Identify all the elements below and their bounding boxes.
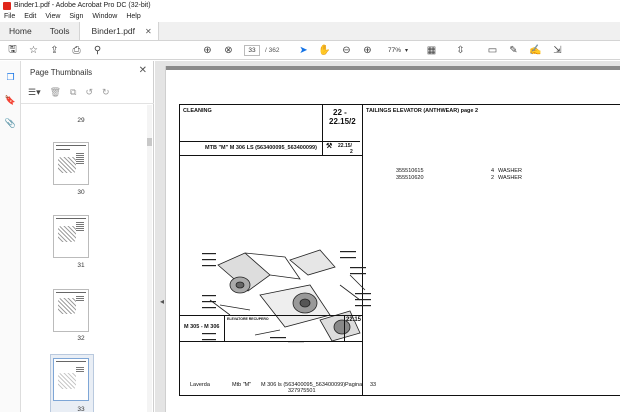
window-title: Binder1.pdf - Adobe Acrobat Pro DC (32-b… — [14, 2, 151, 9]
attachment-icon[interactable]: 📎 — [5, 118, 16, 129]
tab-document-label: Binder1.pdf — [91, 26, 136, 36]
zoom-value: 77% — [388, 47, 402, 54]
next-page-icon[interactable]: ⊗ — [222, 44, 235, 57]
menu-help[interactable]: Help — [126, 13, 140, 20]
search-icon[interactable]: ⚲ — [91, 44, 104, 57]
document-viewport[interactable]: ◂ CLEANING 22 - 22.15/2 22.15/ 2 ⚒ TAILI… — [155, 61, 620, 412]
bookmark-icon[interactable]: 🔖 — [5, 95, 16, 106]
parts-sheet-frame: CLEANING 22 - 22.15/2 22.15/ 2 ⚒ TAILING… — [179, 104, 620, 396]
page-view-icon[interactable]: ▦ — [425, 44, 438, 57]
assembly-title: TAILINGS ELEVATOR (ANTHWEAR) page 2 — [366, 108, 479, 114]
tab-document[interactable]: Binder1.pdf ✕ — [78, 22, 159, 40]
footer-part-number: 327975501 — [288, 388, 316, 394]
footer-page-number: 33 — [370, 382, 377, 388]
thumbnail-page[interactable] — [53, 142, 89, 185]
panel-toolbar: ☰▾ 🗑 ⧉ ↺ ↻ — [28, 86, 110, 98]
tab-bar: Home Tools Binder1.pdf ✕ — [0, 22, 620, 41]
collapse-panel-icon[interactable]: ◂ — [160, 297, 164, 306]
chevron-down-icon: ▾ — [405, 48, 409, 54]
thumbnail-label: 29 — [77, 117, 85, 124]
rotate-left-icon[interactable]: ↺ — [85, 87, 93, 98]
panel-title: Page Thumbnails — [30, 68, 93, 77]
navigation-rail: ❐ 🔖 📎 — [0, 61, 21, 412]
thumbnail-page-current[interactable] — [53, 358, 89, 401]
thumbnail-label: 32 — [77, 335, 85, 342]
comment-icon[interactable]: ▭ — [486, 44, 499, 57]
tab-home[interactable]: Home — [0, 22, 41, 40]
sign-icon[interactable]: ✍ — [529, 44, 542, 57]
thumbnails-panel: Page Thumbnails ✕ ☰▾ 🗑 ⧉ ↺ ↻ 29 30 31 32… — [21, 61, 154, 412]
caption-code: 22.15 — [346, 317, 362, 323]
menu-sign[interactable]: Sign — [69, 13, 83, 20]
menu-bar: File Edit View Sign Window Help — [0, 11, 620, 22]
save-icon[interactable]: 🖫 — [6, 44, 19, 57]
part-name: WASHER — [498, 175, 522, 181]
part-name: WASHER — [498, 168, 522, 174]
panel-divider — [21, 103, 154, 104]
close-tab-icon[interactable]: ✕ — [145, 27, 152, 36]
part-qty: 2 — [491, 175, 495, 181]
close-icon[interactable]: ✕ — [139, 65, 147, 76]
part-code: 355510620 — [396, 175, 424, 181]
footer-brand: Laverda — [190, 382, 210, 388]
delete-icon[interactable]: 🗑 — [50, 87, 61, 98]
hand-icon[interactable]: ✋ — [318, 44, 331, 57]
upload-icon[interactable]: ⇪ — [48, 44, 61, 57]
scroll-icon[interactable]: ⇳ — [454, 44, 467, 57]
pdf-page: CLEANING 22 - 22.15/2 22.15/ 2 ⚒ TAILING… — [165, 66, 620, 412]
thumbnail-label-current: 33 — [77, 406, 85, 412]
part-qty: 4 — [491, 168, 495, 174]
share-icon[interactable]: ⇲ — [551, 44, 564, 57]
prev-page-icon[interactable]: ⊕ — [201, 44, 214, 57]
screwdriver-icon: ⚒ — [326, 143, 333, 150]
title-bar: Binder1.pdf - Adobe Acrobat Pro DC (32-b… — [0, 0, 620, 11]
model-line: MTB "M" M 306 LS (563400095_563400099) — [205, 145, 317, 151]
cursor-icon[interactable]: ➤ — [297, 44, 310, 57]
section-ref-2: 2 — [350, 149, 353, 155]
pen-icon[interactable]: ✎ — [507, 44, 520, 57]
acrobat-logo-icon — [3, 1, 11, 10]
zoom-select[interactable]: 77% ▾ — [385, 45, 413, 56]
page-top-edge — [166, 66, 620, 70]
rotate-right-icon[interactable]: ↻ — [102, 87, 110, 98]
footer-mtb: Mtb "M" — [232, 382, 252, 388]
zoom-in-icon[interactable]: ⊕ — [361, 44, 374, 57]
thumbnail-options-icon[interactable]: ☰▾ — [28, 87, 41, 98]
part-code: 355510615 — [396, 168, 424, 174]
thumbnail-page[interactable] — [53, 215, 89, 258]
section-title: CLEANING — [183, 108, 212, 114]
page-total: / 362 — [265, 47, 280, 54]
tab-tools[interactable]: Tools — [41, 22, 79, 40]
page-thumbnails-icon[interactable]: ❐ — [5, 72, 16, 83]
page-number-input[interactable]: 33 — [244, 45, 260, 56]
thumbnail-label: 30 — [77, 189, 85, 196]
insert-page-icon[interactable]: ⧉ — [70, 87, 76, 98]
menu-file[interactable]: File — [4, 13, 15, 20]
menu-view[interactable]: View — [45, 13, 60, 20]
toolbar: 🖫 ☆ ⇪ ⎙ ⚲ ⊕ ⊗ 33 / 362 ➤ ✋ ⊖ ⊕ 77% ▾ ▦ ⇳… — [0, 41, 620, 60]
caption-title: ELEVATORE RECUPERO — [227, 317, 269, 321]
thumbnail-page[interactable] — [53, 289, 89, 332]
print-icon[interactable]: ⎙ — [70, 44, 83, 57]
panel-scrollbar-thumb[interactable] — [147, 138, 152, 146]
menu-window[interactable]: Window — [92, 13, 117, 20]
menu-edit[interactable]: Edit — [24, 13, 36, 20]
panel-scrollbar[interactable] — [147, 105, 152, 412]
section-code-top: 22 - — [333, 108, 347, 117]
star-icon[interactable]: ☆ — [27, 44, 40, 57]
zoom-out-icon[interactable]: ⊖ — [340, 44, 353, 57]
thumbnail-label: 31 — [77, 262, 85, 269]
exploded-parts-drawing — [202, 249, 371, 343]
footer-page-label: Pagina — [345, 382, 363, 388]
section-code-bottom: 22.15/2 — [329, 117, 356, 126]
caption-model: M 305 - M 306 — [184, 324, 220, 330]
